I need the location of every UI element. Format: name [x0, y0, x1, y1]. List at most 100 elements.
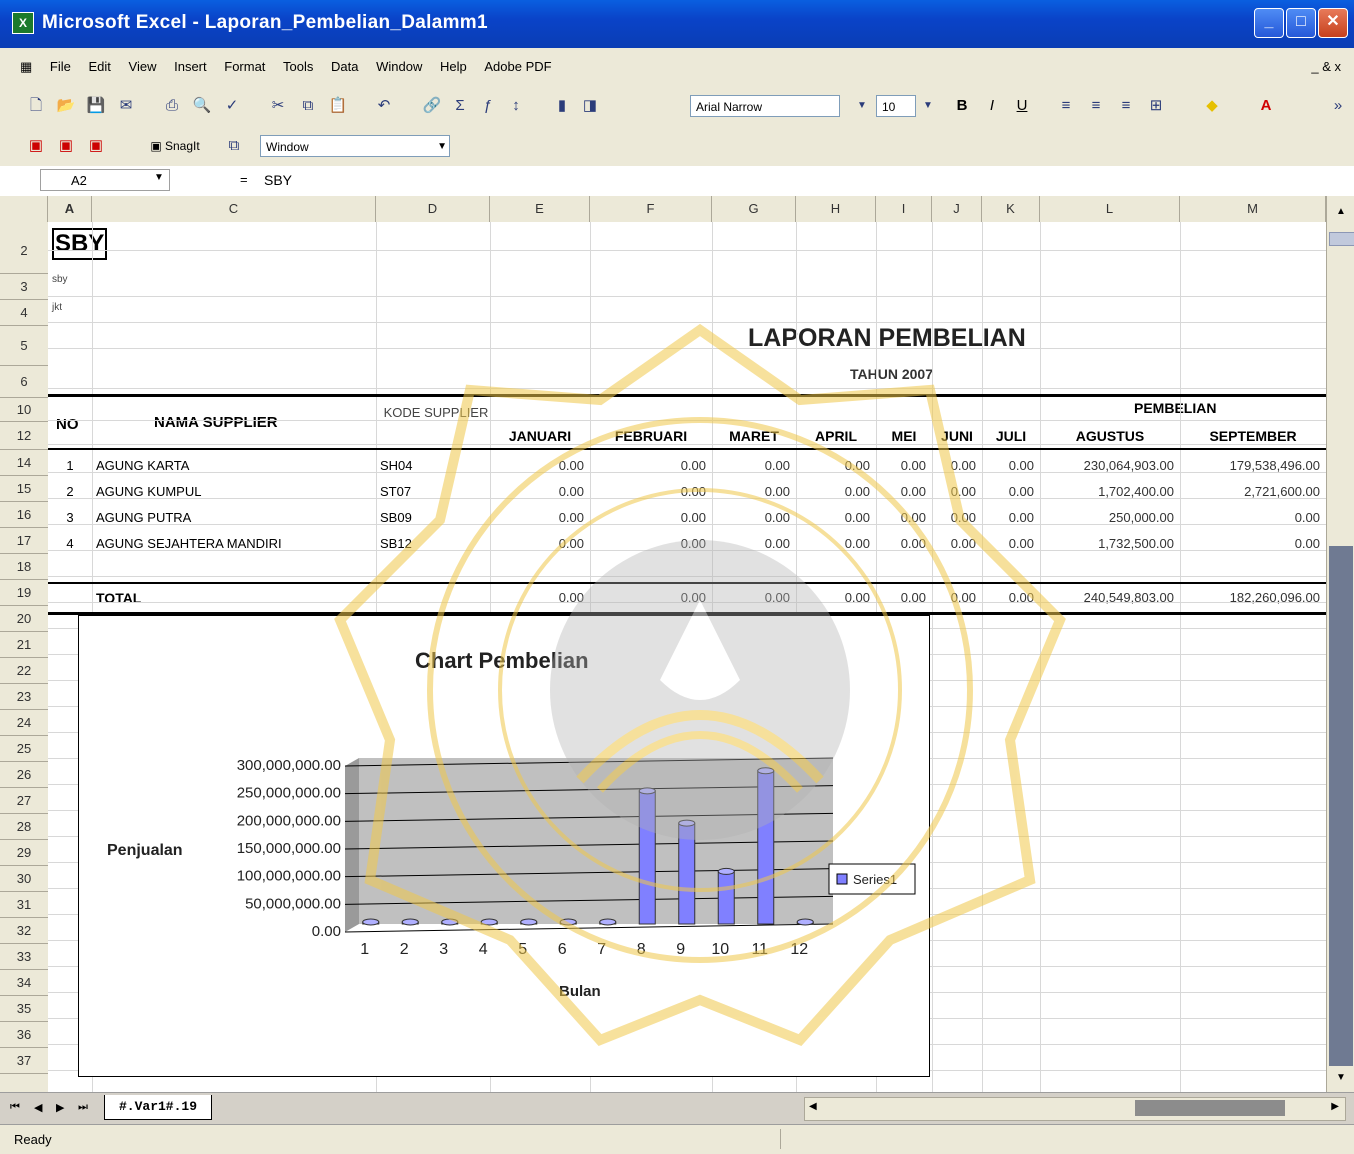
- align-center-icon[interactable]: ≡: [1084, 94, 1108, 118]
- cell-value[interactable]: 0.00: [876, 536, 926, 551]
- vertical-scroll-thumb[interactable]: [1329, 232, 1354, 246]
- cell-no[interactable]: 1: [48, 458, 92, 473]
- row-header-18[interactable]: 18: [0, 554, 48, 580]
- cell-value[interactable]: 1,702,400.00: [1040, 484, 1174, 499]
- select-all-corner[interactable]: [0, 196, 48, 222]
- cell-supplier-name[interactable]: AGUNG PUTRA: [96, 510, 191, 525]
- close-button[interactable]: ✕: [1318, 8, 1348, 38]
- cell-value[interactable]: 0.00: [712, 510, 790, 525]
- row-header-34[interactable]: 34: [0, 970, 48, 996]
- menu-document-icon[interactable]: ▦: [0, 48, 39, 86]
- cell-value[interactable]: 230,064,903.00: [1040, 458, 1174, 473]
- row-header-32[interactable]: 32: [0, 918, 48, 944]
- cell-value[interactable]: 0.00: [876, 510, 926, 525]
- row-header-37[interactable]: 37: [0, 1048, 48, 1074]
- cut-icon[interactable]: ✂: [266, 94, 290, 118]
- cell-value[interactable]: 0.00: [490, 458, 584, 473]
- align-right-icon[interactable]: ≡: [1114, 94, 1138, 118]
- cell-a4[interactable]: jkt: [52, 302, 62, 313]
- cell-value[interactable]: 0.00: [590, 536, 706, 551]
- menu-adobe-pdf[interactable]: Adobe PDF: [477, 48, 558, 86]
- cell-value[interactable]: 0.00: [712, 484, 790, 499]
- scroll-down-icon[interactable]: ▼: [1329, 1072, 1353, 1088]
- spelling-icon[interactable]: ✓: [220, 94, 244, 118]
- save-icon[interactable]: 💾: [84, 94, 108, 118]
- undo-icon[interactable]: ↶: [372, 94, 396, 118]
- column-header-l[interactable]: L: [1040, 196, 1180, 222]
- column-header-f[interactable]: F: [590, 196, 712, 222]
- cell-value[interactable]: 0.00: [796, 510, 870, 525]
- cell-value[interactable]: 0.00: [490, 536, 584, 551]
- font-color-icon[interactable]: A: [1254, 94, 1278, 118]
- cell-value[interactable]: 0.00: [796, 484, 870, 499]
- cell-value[interactable]: 179,538,496.00: [1180, 458, 1320, 473]
- column-header-m[interactable]: M: [1180, 196, 1326, 222]
- cell-value[interactable]: 1,732,500.00: [1040, 536, 1174, 551]
- vertical-scroll-track[interactable]: [1329, 546, 1353, 1066]
- permission-icon[interactable]: ✉: [114, 94, 138, 118]
- hyperlink-icon[interactable]: 🔗: [420, 94, 444, 118]
- row-header-6[interactable]: 6: [0, 366, 48, 398]
- row-header-15[interactable]: 15: [0, 476, 48, 502]
- maximize-button[interactable]: □: [1286, 8, 1316, 38]
- cell-value[interactable]: 0.00: [1180, 510, 1320, 525]
- cell-a2[interactable]: SBY: [52, 228, 108, 260]
- snagit-window-icon[interactable]: ⧉: [222, 134, 246, 158]
- column-header-g[interactable]: G: [712, 196, 796, 222]
- cell-no[interactable]: 4: [48, 536, 92, 551]
- cell-value[interactable]: 0.00: [932, 510, 976, 525]
- column-header-j[interactable]: J: [932, 196, 982, 222]
- column-header-h[interactable]: H: [796, 196, 876, 222]
- column-header-e[interactable]: E: [490, 196, 590, 222]
- copy-icon[interactable]: ⧉: [296, 94, 320, 118]
- pdf-email-icon[interactable]: ▣: [54, 134, 78, 158]
- row-header-23[interactable]: 23: [0, 684, 48, 710]
- window-combo[interactable]: Window ▼: [260, 135, 450, 157]
- cell-value[interactable]: 0.00: [932, 536, 976, 551]
- cell-no[interactable]: 2: [48, 484, 92, 499]
- cell-value[interactable]: 0.00: [796, 536, 870, 551]
- menu-window[interactable]: Window: [369, 48, 429, 86]
- cell-supplier-code[interactable]: SH04: [380, 458, 413, 473]
- horizontal-scrollbar[interactable]: ◀ ▶: [804, 1097, 1346, 1121]
- row-header-29[interactable]: 29: [0, 840, 48, 866]
- horizontal-scroll-thumb[interactable]: [1135, 1100, 1285, 1116]
- row-header-2[interactable]: 2: [0, 228, 48, 274]
- cell-value[interactable]: 0.00: [590, 484, 706, 499]
- function-icon[interactable]: ƒ: [476, 94, 500, 118]
- sheet-tab-active[interactable]: #.Var1#.19: [104, 1095, 213, 1120]
- column-header-a[interactable]: A: [48, 196, 92, 222]
- cell-value[interactable]: 2,721,600.00: [1180, 484, 1320, 499]
- paste-icon[interactable]: 📋: [326, 94, 350, 118]
- menu-insert[interactable]: Insert: [167, 48, 214, 86]
- bold-icon[interactable]: B: [950, 94, 974, 118]
- row-header-25[interactable]: 25: [0, 736, 48, 762]
- vertical-scrollbar[interactable]: ▲ ▼: [1326, 196, 1354, 1092]
- column-header-c[interactable]: C: [92, 196, 376, 222]
- row-header-35[interactable]: 35: [0, 996, 48, 1022]
- font-name-combo[interactable]: Arial Narrow: [690, 95, 840, 117]
- print-preview-icon[interactable]: 🔍: [190, 94, 214, 118]
- row-header-30[interactable]: 30: [0, 866, 48, 892]
- cell-supplier-code[interactable]: ST07: [380, 484, 411, 499]
- convert-pdf-icon[interactable]: ▣: [24, 134, 48, 158]
- cell-value[interactable]: 0.00: [590, 510, 706, 525]
- snagit-button[interactable]: ▣ SnagIt: [140, 134, 210, 158]
- row-header-17[interactable]: 17: [0, 528, 48, 554]
- cell-supplier-code[interactable]: SB12: [380, 536, 412, 551]
- chart-wizard-icon[interactable]: ▮: [550, 94, 574, 118]
- document-window-controls[interactable]: _ & x: [1304, 48, 1348, 86]
- scroll-up-icon[interactable]: ▲: [1329, 206, 1353, 224]
- menu-view[interactable]: View: [122, 48, 164, 86]
- cell-supplier-name[interactable]: AGUNG KUMPUL: [96, 484, 201, 499]
- row-header-33[interactable]: 33: [0, 944, 48, 970]
- open-icon[interactable]: 📂: [54, 94, 78, 118]
- first-sheet-icon[interactable]: ⏮: [10, 1101, 20, 1114]
- formula-input[interactable]: SBY: [264, 172, 292, 188]
- row-header-20[interactable]: 20: [0, 606, 48, 632]
- print-icon[interactable]: ⎙: [160, 94, 184, 118]
- cell-value[interactable]: 0.00: [982, 536, 1034, 551]
- row-header-31[interactable]: 31: [0, 892, 48, 918]
- row-header-21[interactable]: 21: [0, 632, 48, 658]
- chart-pembelian[interactable]: Chart Pembelian 300,000,000.00 250,000,000…: [78, 615, 930, 1077]
